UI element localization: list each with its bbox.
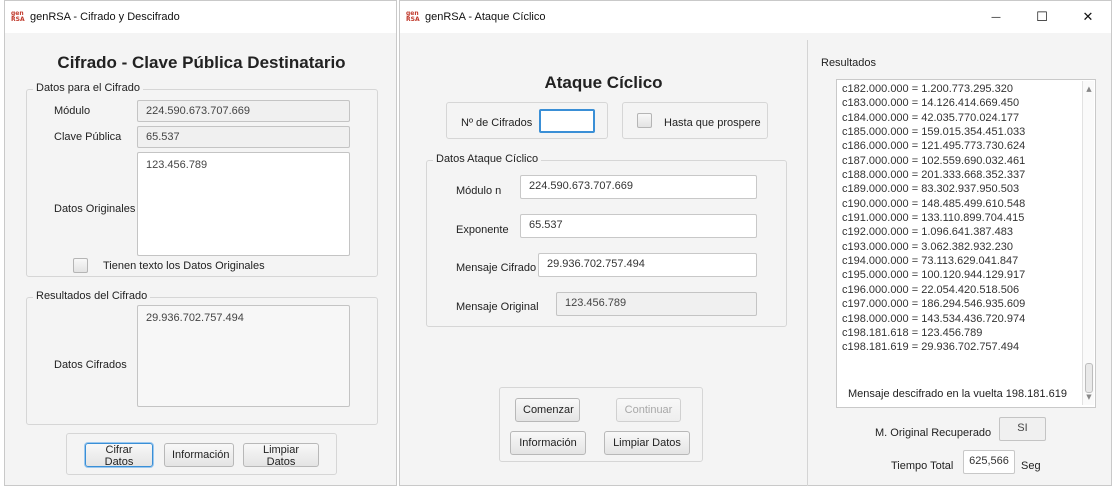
modulo-field[interactable]: 224.590.673.707.669 <box>137 100 350 122</box>
result-line: c198.181.618 = 123.456.789 <box>842 326 983 339</box>
tiempo-total-label: Tiempo Total <box>891 460 954 472</box>
clave-publica-label: Clave Pública <box>54 131 122 143</box>
informacion-button[interactable]: Información <box>510 431 586 455</box>
window-title: genRSA - Cifrado y Descifrado <box>30 11 180 23</box>
tiempo-total-field[interactable]: 625,566 <box>963 450 1015 474</box>
informacion-button[interactable]: Información <box>164 443 234 467</box>
continuar-button[interactable]: Continuar <box>616 398 681 422</box>
result-line: c187.000.000 = 102.559.690.032.461 <box>842 154 1026 167</box>
datos-originales-textarea[interactable]: 123.456.789 <box>137 152 350 256</box>
resultados-list: c182.000.000 = 1.200.773.295.320 c183.000… <box>842 82 1082 355</box>
hasta-prospere-label: Hasta que prospere <box>664 117 761 129</box>
comenzar-button[interactable]: Comenzar <box>515 398 580 422</box>
limpiar-datos-button[interactable]: Limpiar Datos <box>243 443 319 468</box>
group-legend: Datos Ataque Cíclico <box>433 153 542 165</box>
hasta-prospere-checkbox[interactable] <box>637 113 652 128</box>
result-line: c183.000.000 = 14.126.414.669.450 <box>842 97 1020 110</box>
exponente-label: Exponente <box>456 224 509 236</box>
num-cifrados-input[interactable] <box>539 109 595 133</box>
mensaje-cifrado-label: Mensaje Cifrado <box>456 262 537 274</box>
minimize-icon[interactable]: — <box>973 1 1019 33</box>
result-line: c182.000.000 = 1.200.773.295.320 <box>842 83 1013 95</box>
window-controls: — ☐ ✕ <box>973 1 1111 33</box>
resultados-scrollbar[interactable]: ▲ ▼ <box>1082 81 1094 405</box>
genrsa-logo-icon: gen RSA <box>11 10 25 23</box>
result-line: c188.000.000 = 201.333.668.352.337 <box>842 169 1026 182</box>
close-icon[interactable]: ✕ <box>1065 1 1111 33</box>
scroll-down-icon[interactable]: ▼ <box>1083 391 1095 403</box>
resultados-footer: Mensaje descifrado en la vuelta 198.181.… <box>848 388 1067 400</box>
maximize-icon[interactable]: ☐ <box>1019 1 1065 33</box>
result-line: c185.000.000 = 159.015.354.451.033 <box>842 126 1026 139</box>
modulo-n-label: Módulo n <box>456 185 502 197</box>
result-line: c186.000.000 = 121.495.773.730.624 <box>842 140 1026 153</box>
modulo-label: Módulo <box>54 105 91 117</box>
group-legend: Resultados del Cifrado <box>33 290 151 302</box>
result-line: c191.000.000 = 133.110.899.704.415 <box>842 212 1025 225</box>
result-line: c194.000.000 = 73.113.629.041.847 <box>842 255 1019 268</box>
mensaje-original-label: Mensaje Original <box>456 301 539 313</box>
tienen-texto-checkbox[interactable] <box>73 258 88 273</box>
datos-originales-label: Datos Originales <box>54 203 136 215</box>
titlebar-ataque[interactable]: gen RSA genRSA - Ataque Cíclico — ☐ ✕ <box>400 1 1111 33</box>
window-title: genRSA - Ataque Cíclico <box>425 11 546 23</box>
recuperado-label: M. Original Recuperado <box>875 427 992 439</box>
datos-cifrados-label: Datos Cifrados <box>54 359 127 371</box>
recuperado-field[interactable]: SI <box>999 417 1046 441</box>
titlebar-cifrado[interactable]: gen RSA genRSA - Cifrado y Descifrado <box>5 1 396 33</box>
modulo-n-input[interactable]: 224.590.673.707.669 <box>520 175 757 199</box>
exponente-input[interactable]: 65.537 <box>520 214 757 238</box>
mensaje-original-field[interactable]: 123.456.789 <box>556 292 757 316</box>
result-line: c195.000.000 = 100.120.944.129.917 <box>842 269 1026 282</box>
genrsa-logo-icon: gen RSA <box>406 10 420 23</box>
result-line: c197.000.000 = 186.294.546.935.609 <box>842 298 1026 311</box>
tienen-texto-label: Tienen texto los Datos Originales <box>103 260 265 272</box>
cifrado-content: Cifrado - Clave Pública Destinatario Dat… <box>5 33 396 485</box>
resultados-legend: Resultados <box>821 57 877 69</box>
result-line: c184.000.000 = 42.035.770.024.177 <box>842 111 1020 124</box>
result-line: c190.000.000 = 148.485.499.610.548 <box>842 197 1026 210</box>
mensaje-cifrado-input[interactable]: 29.936.702.757.494 <box>538 253 757 277</box>
limpiar-datos-button[interactable]: Limpiar Datos <box>604 431 690 455</box>
result-line: c189.000.000 = 83.302.937.950.503 <box>842 183 1020 196</box>
result-line: c193.000.000 = 3.062.382.932.230 <box>842 240 1013 253</box>
ataque-title: Ataque Cíclico <box>544 73 663 92</box>
datos-cifrados-textarea[interactable]: 29.936.702.757.494 <box>137 305 350 407</box>
scroll-thumb[interactable] <box>1085 363 1093 393</box>
result-line: c196.000.000 = 22.054.420.518.506 <box>842 283 1020 296</box>
clave-publica-field[interactable]: 65.537 <box>137 126 350 148</box>
window-cifrado: gen RSA genRSA - Cifrado y Descifrado Cif… <box>4 0 397 486</box>
cifrar-datos-button[interactable]: Cifrar Datos <box>85 443 153 468</box>
group-legend: Datos para el Cifrado <box>33 82 143 94</box>
tiempo-unit-label: Seg <box>1021 460 1041 472</box>
result-line: c198.181.619 = 29.936.702.757.494 <box>842 341 1020 354</box>
page-title: Cifrado - Clave Pública Destinatario <box>57 53 346 72</box>
ataque-divider <box>807 40 808 486</box>
scroll-up-icon[interactable]: ▲ <box>1083 83 1095 95</box>
num-cifrados-label: Nº de Cifrados <box>461 117 533 129</box>
result-line: c198.000.000 = 143.534.436.720.974 <box>842 312 1026 325</box>
result-line: c192.000.000 = 1.096.641.387.483 <box>842 226 1013 239</box>
